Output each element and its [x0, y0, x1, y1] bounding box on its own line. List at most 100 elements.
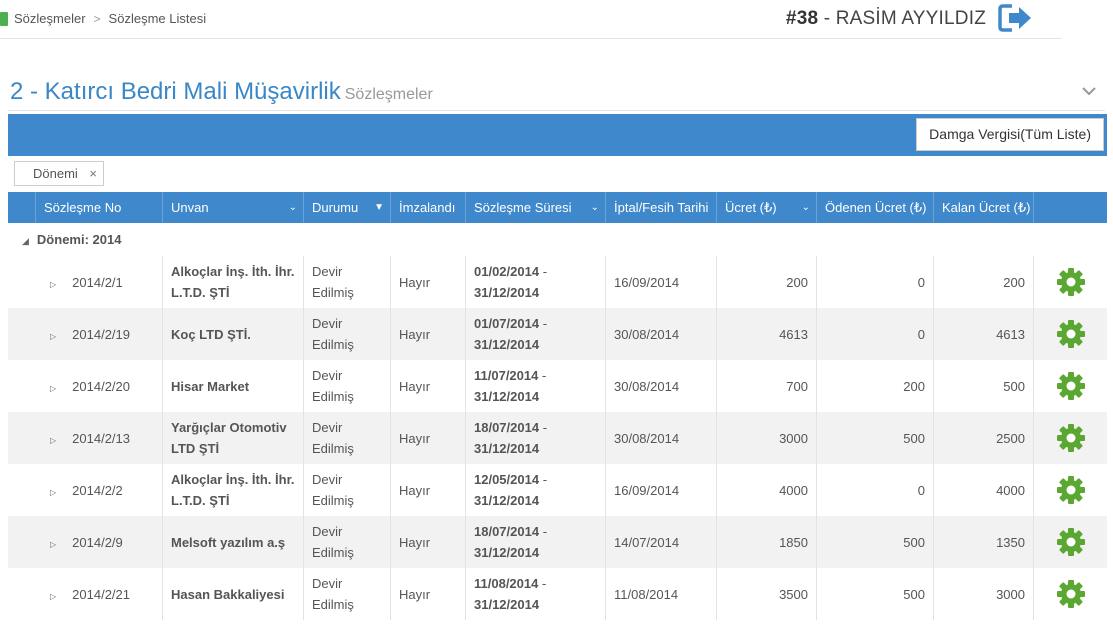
table-row[interactable]: ▷ 2014/2/21 Hasan Bakkaliyesi Devir Edil…: [8, 568, 1107, 620]
expand-arrow-icon[interactable]: ▷: [44, 478, 56, 503]
header-durumu[interactable]: Durumu ▼: [304, 192, 391, 223]
expand-arrow-icon[interactable]: ▷: [44, 374, 56, 399]
cell-durumu: Devir Edilmiş: [304, 412, 391, 464]
header-ucret[interactable]: Ücret (₺) ⌄: [717, 192, 817, 223]
sure-end: 31/12/2014: [474, 285, 540, 300]
cell-text: 200: [786, 274, 808, 290]
row-indent: [8, 464, 36, 516]
title-divider: [8, 110, 1105, 111]
header-kalan-ucret[interactable]: Kalan Ücret (₺): [934, 192, 1034, 223]
cell-text: Yarğıçlar Otomotiv LTD ŞTİ: [171, 420, 287, 456]
gear-icon[interactable]: [1056, 475, 1086, 505]
home-icon[interactable]: [0, 11, 8, 26]
cell-sozlesme-no: ▷ 2014/2/2: [36, 464, 163, 516]
gear-icon[interactable]: [1056, 579, 1086, 609]
header-label: İmzalandı: [399, 200, 456, 215]
group-chip-donemi[interactable]: Dönemi ×: [14, 161, 104, 186]
header-iptal-fesih-tarihi[interactable]: İptal/Fesih Tarihi: [606, 192, 717, 223]
cell-iptal-fesih-tarihi: 30/08/2014: [606, 412, 717, 464]
expand-arrow-icon[interactable]: ▷: [44, 270, 56, 295]
gear-icon[interactable]: [1056, 527, 1086, 557]
cell-kalan-ucret: 500: [934, 360, 1034, 412]
table-row[interactable]: ▷ 2014/2/1 Alkoçlar İnş. İth. İhr. L.T.D…: [8, 256, 1107, 308]
cell-text: 2014/2/19: [72, 326, 130, 342]
row-indent: [8, 256, 36, 308]
table-row[interactable]: ▷ 2014/2/20 Hisar Market Devir Edilmiş H…: [8, 360, 1107, 412]
cell-unvan: Yarğıçlar Otomotiv LTD ŞTİ: [163, 412, 304, 464]
grid-toolbar: Damga Vergisi(Tüm Liste): [8, 114, 1107, 156]
group-label: Dönemi: 2014: [36, 232, 122, 247]
cell-kalan-ucret: 4000: [934, 464, 1034, 516]
cell-iptal-fesih-tarihi: 30/08/2014: [606, 360, 717, 412]
expand-arrow-icon[interactable]: ▷: [44, 426, 56, 451]
damga-vergisi-button[interactable]: Damga Vergisi(Tüm Liste): [916, 118, 1104, 151]
header-label: Unvan: [171, 200, 209, 215]
cell-unvan: Alkoçlar İnş. İth. İhr. L.T.D. ŞTİ: [163, 464, 304, 516]
chevron-down-icon[interactable]: [1080, 84, 1098, 98]
cell-text: 200: [903, 378, 925, 394]
close-icon[interactable]: ×: [89, 162, 97, 185]
cell-odenen-ucret: 200: [817, 360, 934, 412]
collapse-triangle-icon[interactable]: ◢: [22, 236, 29, 246]
cell-text: 700: [786, 378, 808, 394]
cell-text: 30/08/2014: [614, 430, 680, 446]
chevron-down-icon[interactable]: ▼: [374, 192, 384, 223]
breadcrumb-item-sozlesme-listesi: Sözleşme Listesi: [108, 11, 207, 26]
cell-ucret: 4000: [717, 464, 817, 516]
header-odenen-ucret[interactable]: Ödenen Ücret (₺): [817, 192, 934, 223]
expand-arrow-icon[interactable]: ▷: [44, 530, 56, 555]
header-label: Sözleşme No: [44, 200, 122, 215]
cell-text: 2014/2/13: [72, 430, 130, 446]
cell-unvan: Alkoçlar İnş. İth. İhr. L.T.D. ŞTİ: [163, 256, 304, 308]
cell-actions: [1034, 568, 1107, 620]
cell-odenen-ucret: 500: [817, 568, 934, 620]
cell-ucret: 3500: [717, 568, 817, 620]
cell-actions: [1034, 360, 1107, 412]
chevron-down-icon[interactable]: ⌄: [289, 192, 297, 223]
gear-icon[interactable]: [1056, 267, 1086, 297]
chevron-down-icon[interactable]: ⌄: [591, 192, 599, 223]
cell-sozlesme-no: ▷ 2014/2/20: [36, 360, 163, 412]
cell-sozlesme-suresi: 12/05/2014 -31/12/2014: [466, 464, 606, 516]
logout-icon[interactable]: [998, 3, 1034, 33]
cell-text: Devir Edilmiş: [312, 368, 354, 404]
header-unvan[interactable]: Unvan ⌄: [163, 192, 304, 223]
cell-iptal-fesih-tarihi: 11/08/2014: [606, 568, 717, 620]
cell-sozlesme-no: ▷ 2014/2/19: [36, 308, 163, 360]
gear-icon[interactable]: [1056, 319, 1086, 349]
table-row[interactable]: ▷ 2014/2/9 Melsoft yazılım a.ş Devir Edi…: [8, 516, 1107, 568]
group-row[interactable]: ◢ Dönemi: 2014: [8, 223, 1107, 256]
cell-text: 500: [903, 430, 925, 446]
table-row[interactable]: ▷ 2014/2/2 Alkoçlar İnş. İth. İhr. L.T.D…: [8, 464, 1107, 516]
contracts-grid: Sözleşme No Unvan ⌄ Durumu ▼ İmzalandı S…: [8, 192, 1107, 622]
breadcrumb-item-sozlesmeler[interactable]: Sözleşmeler: [14, 11, 86, 26]
header-sozlesme-no[interactable]: Sözleşme No: [36, 192, 163, 223]
table-row[interactable]: ▷ 2014/2/13 Yarğıçlar Otomotiv LTD ŞTİ D…: [8, 412, 1107, 464]
table-row[interactable]: ▷ 2014/2/19 Koç LTD ŞTİ. Devir Edilmiş H…: [8, 308, 1107, 360]
cell-text: Devir Edilmiş: [312, 316, 354, 352]
header-sozlesme-suresi[interactable]: Sözleşme Süresi ⌄: [466, 192, 606, 223]
cell-text: 2014/2/20: [72, 378, 130, 394]
expand-arrow-icon[interactable]: ▷: [44, 322, 56, 347]
cell-text: Alkoçlar İnş. İth. İhr. L.T.D. ŞTİ: [171, 264, 295, 300]
sure-start: 11/07/2014: [474, 368, 539, 383]
cell-text: Devir Edilmiş: [312, 472, 354, 508]
cell-text: 3500: [779, 586, 808, 602]
chevron-down-icon[interactable]: ⌄: [802, 192, 810, 223]
row-indent: [8, 516, 36, 568]
cell-imzalandi: Hayır: [391, 360, 466, 412]
row-indent: [8, 568, 36, 620]
cell-text: 500: [903, 534, 925, 550]
gear-icon[interactable]: [1056, 371, 1086, 401]
group-panel: Dönemi ×: [8, 156, 1107, 192]
cell-sozlesme-no: ▷ 2014/2/1: [36, 256, 163, 308]
cell-imzalandi: Hayır: [391, 516, 466, 568]
cell-text: Hayır: [399, 534, 431, 550]
sure-start: 18/07/2014: [474, 420, 540, 435]
expand-arrow-icon[interactable]: ▷: [44, 582, 56, 607]
cell-text: Hayır: [399, 430, 431, 446]
header-imzalandi[interactable]: İmzalandı: [391, 192, 466, 223]
gear-icon[interactable]: [1056, 423, 1086, 453]
cell-kalan-ucret: 200: [934, 256, 1034, 308]
cell-text: 2014/2/9: [72, 534, 123, 550]
